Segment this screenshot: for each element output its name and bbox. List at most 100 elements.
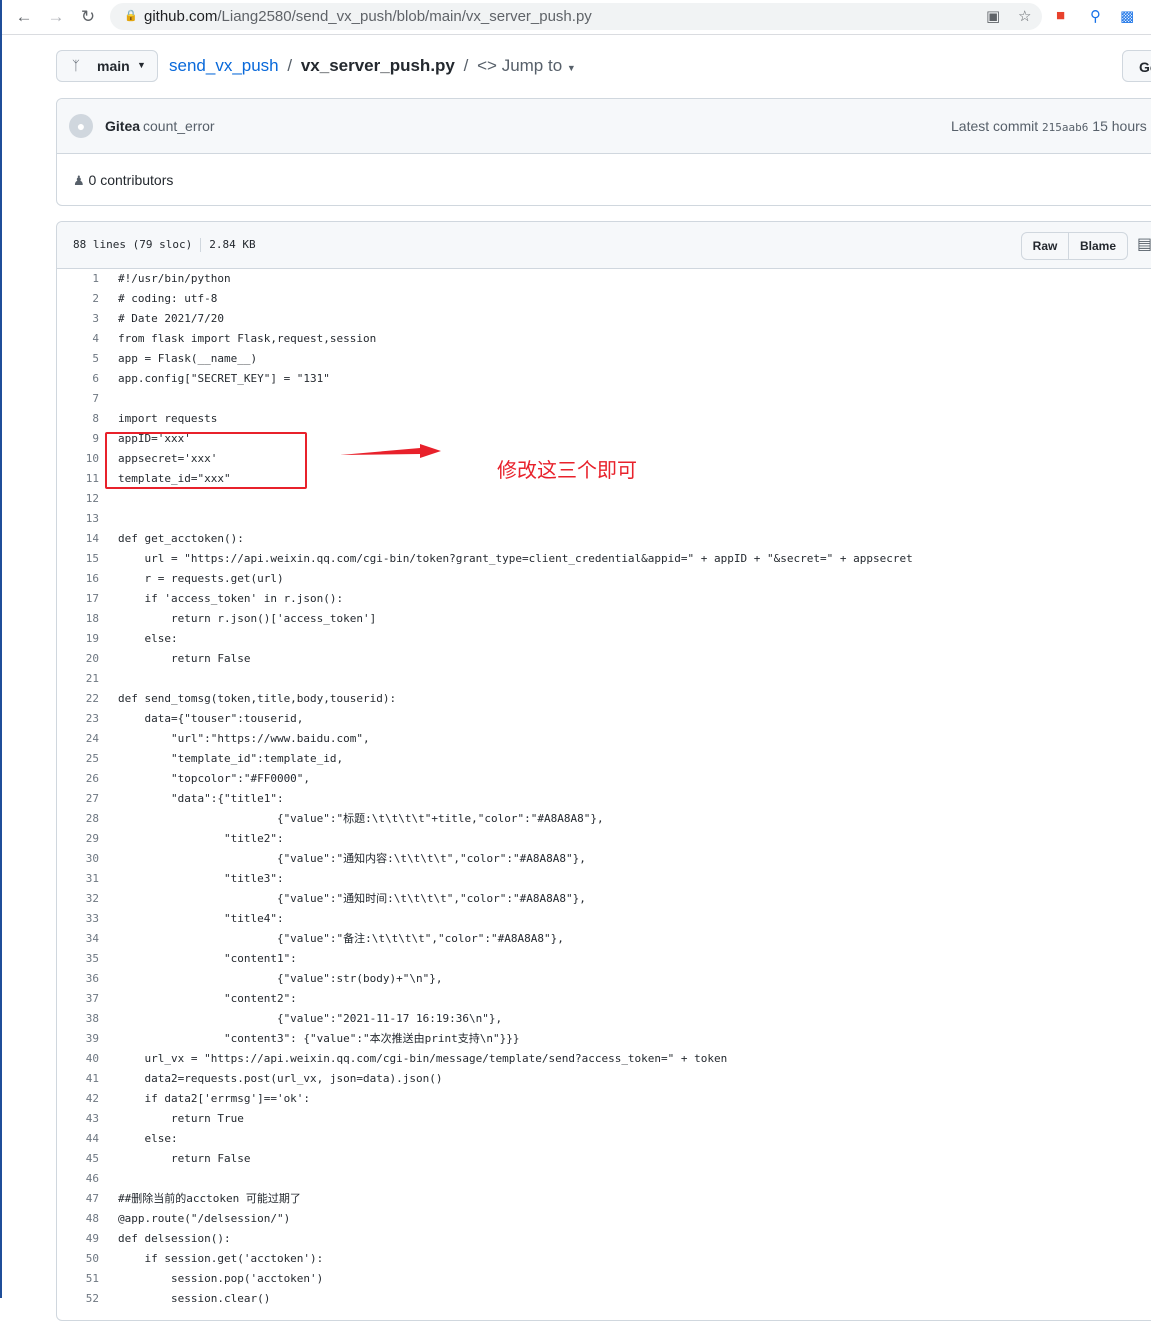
desktop-icon[interactable]: ▤ xyxy=(1137,234,1151,254)
code-text: data={"touser":touserid, xyxy=(118,712,304,725)
line-number[interactable]: 36 xyxy=(57,969,99,989)
line-number[interactable]: 5 xyxy=(57,349,99,369)
line-number[interactable]: 49 xyxy=(57,1229,99,1249)
line-number[interactable]: 26 xyxy=(57,769,99,789)
breadcrumb-separator: / xyxy=(463,56,469,75)
line-number[interactable]: 45 xyxy=(57,1149,99,1169)
line-number[interactable]: 3 xyxy=(57,309,99,329)
line-number[interactable]: 29 xyxy=(57,829,99,849)
line-number[interactable]: 33 xyxy=(57,909,99,929)
back-arrow-icon[interactable]: ← xyxy=(13,6,35,28)
line-number[interactable]: 43 xyxy=(57,1109,99,1129)
line-number[interactable]: 20 xyxy=(57,649,99,669)
jump-to-menu[interactable]: <> Jump to ▼ xyxy=(477,56,576,75)
code-text: "topcolor":"#FF0000", xyxy=(118,772,311,785)
line-number[interactable]: 27 xyxy=(57,789,99,809)
code-text: from flask import Flask,request,session xyxy=(118,332,377,345)
code-text: {"value":"标题:\t\t\t\t"+title,"color":"#A… xyxy=(118,812,604,825)
line-number[interactable]: 25 xyxy=(57,749,99,769)
commit-author[interactable]: Gitea xyxy=(105,118,140,134)
extension-cube-icon[interactable]: ■ xyxy=(1056,7,1065,24)
code-line: 48 @app.route("/delsession/") xyxy=(57,1209,1151,1229)
line-number[interactable]: 51 xyxy=(57,1269,99,1289)
jump-to-label: Jump to xyxy=(501,56,563,75)
code-line: 32 {"value":"通知时间:\t\t\t\t","color":"#A8… xyxy=(57,889,1151,909)
bookmark-star-icon[interactable]: ☆ xyxy=(1018,7,1031,25)
line-number[interactable]: 8 xyxy=(57,409,99,429)
line-number[interactable]: 48 xyxy=(57,1209,99,1229)
avatar[interactable]: ● xyxy=(69,114,93,138)
line-number[interactable]: 50 xyxy=(57,1249,99,1269)
code-text: "title4": xyxy=(118,912,284,925)
line-number[interactable]: 52 xyxy=(57,1289,99,1309)
line-number[interactable]: 13 xyxy=(57,509,99,529)
code-line: 44 else: xyxy=(57,1129,1151,1149)
blame-button[interactable]: Blame xyxy=(1068,232,1128,260)
line-number[interactable]: 42 xyxy=(57,1089,99,1109)
line-number[interactable]: 24 xyxy=(57,729,99,749)
repo-link[interactable]: send_vx_push xyxy=(169,56,279,75)
forward-arrow-icon[interactable]: → xyxy=(45,6,67,28)
line-number[interactable]: 18 xyxy=(57,609,99,629)
code-text: r = requests.get(url) xyxy=(118,572,284,585)
code-line: 39 "content3": {"value":"本次推送由print支持\n"… xyxy=(57,1029,1151,1049)
code-line: 3 # Date 2021/7/20 xyxy=(57,309,1151,329)
line-number[interactable]: 32 xyxy=(57,889,99,909)
lock-icon: 🔒 xyxy=(124,10,138,22)
line-number[interactable]: 7 xyxy=(57,389,99,409)
line-number[interactable]: 6 xyxy=(57,369,99,389)
translate-icon[interactable]: ▣ xyxy=(986,7,1000,25)
line-number[interactable]: 31 xyxy=(57,869,99,889)
line-number[interactable]: 39 xyxy=(57,1029,99,1049)
code-text: "content2": xyxy=(118,992,297,1005)
raw-button[interactable]: Raw xyxy=(1021,232,1069,260)
line-number[interactable]: 35 xyxy=(57,949,99,969)
line-number[interactable]: 30 xyxy=(57,849,99,869)
extension-pin-icon[interactable]: ⚲ xyxy=(1090,7,1101,25)
line-number[interactable]: 40 xyxy=(57,1049,99,1069)
commit-sha[interactable]: 215aab6 xyxy=(1042,121,1088,134)
code-line: 2 # coding: utf-8 xyxy=(57,289,1151,309)
line-number[interactable]: 16 xyxy=(57,569,99,589)
line-number[interactable]: 23 xyxy=(57,709,99,729)
line-number[interactable]: 9 xyxy=(57,429,99,449)
go-to-file-button[interactable]: Go xyxy=(1122,50,1151,82)
contributors-link[interactable]: ♟ 0 contributors xyxy=(73,172,173,189)
line-number[interactable]: 41 xyxy=(57,1069,99,1089)
line-number[interactable]: 15 xyxy=(57,549,99,569)
branch-select-button[interactable]: ᛉ main ▼ xyxy=(56,50,158,82)
line-number[interactable]: 34 xyxy=(57,929,99,949)
code-line: 40 url_vx = "https://api.weixin.qq.com/c… xyxy=(57,1049,1151,1069)
line-number[interactable]: 38 xyxy=(57,1009,99,1029)
address-bar[interactable]: 🔒 github.com/Liang2580/send_vx_push/blob… xyxy=(110,3,1042,30)
code-text: return False xyxy=(118,1152,251,1165)
line-number[interactable]: 2 xyxy=(57,289,99,309)
line-number[interactable]: 46 xyxy=(57,1169,99,1189)
line-number[interactable]: 17 xyxy=(57,589,99,609)
line-number[interactable]: 1 xyxy=(57,269,99,289)
code-line: 1 #!/usr/bin/python xyxy=(57,269,1151,289)
line-number[interactable]: 37 xyxy=(57,989,99,1009)
reload-icon[interactable]: ↻ xyxy=(77,6,99,28)
line-number[interactable]: 4 xyxy=(57,329,99,349)
code-line: 12 xyxy=(57,489,1151,509)
url-text[interactable]: github.com/Liang2580/send_vx_push/blob/m… xyxy=(144,8,592,25)
line-number[interactable]: 44 xyxy=(57,1129,99,1149)
line-number[interactable]: 47 xyxy=(57,1189,99,1209)
breadcrumb-separator: / xyxy=(287,56,293,75)
code-line: 16 r = requests.get(url) xyxy=(57,569,1151,589)
line-number[interactable]: 12 xyxy=(57,489,99,509)
code-line: 49 def delsession(): xyxy=(57,1229,1151,1249)
line-number[interactable]: 21 xyxy=(57,669,99,689)
line-number[interactable]: 19 xyxy=(57,629,99,649)
code-text: else: xyxy=(118,632,178,645)
line-number[interactable]: 11 xyxy=(57,469,99,489)
line-number[interactable]: 28 xyxy=(57,809,99,829)
code-text: "content1": xyxy=(118,952,297,965)
commit-message[interactable]: count_error xyxy=(143,118,215,134)
line-number[interactable]: 22 xyxy=(57,689,99,709)
line-number[interactable]: 10 xyxy=(57,449,99,469)
line-number[interactable]: 14 xyxy=(57,529,99,549)
code-text: return r.json()['access_token'] xyxy=(118,612,377,625)
extension-doc-icon[interactable]: ▩ xyxy=(1120,7,1134,25)
